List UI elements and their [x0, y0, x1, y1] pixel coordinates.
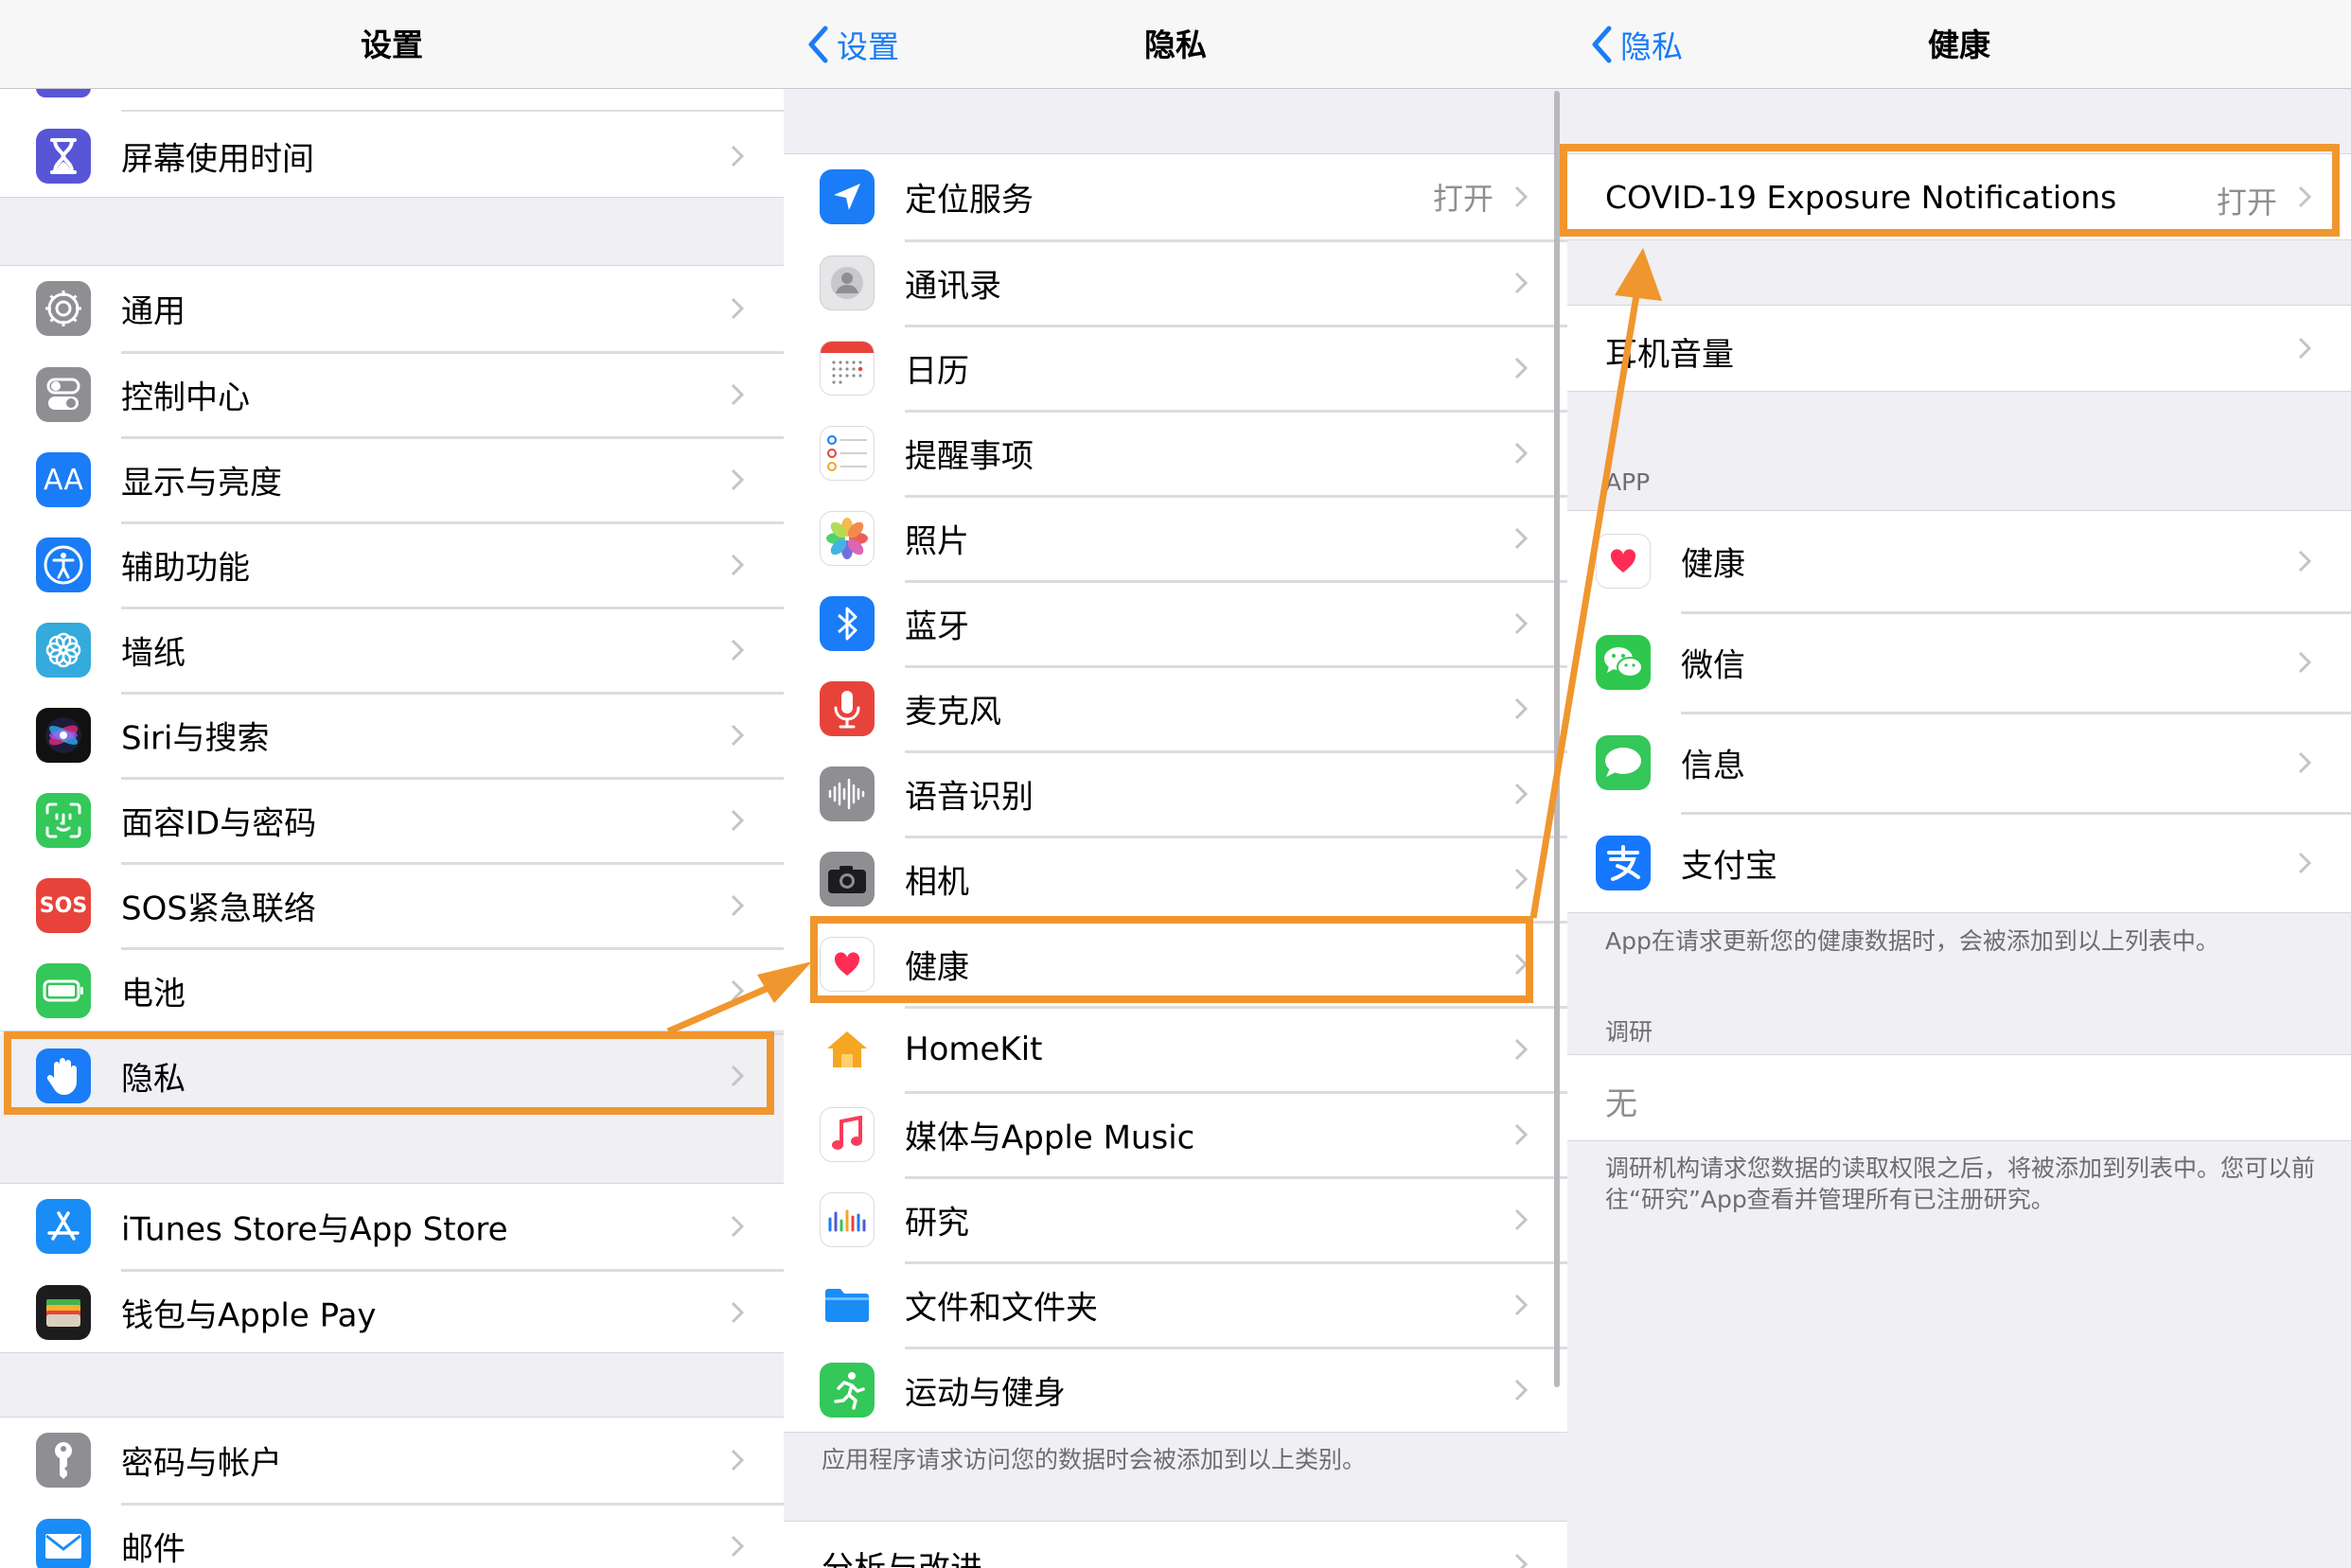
- arrow-privacy-to-health: [666, 961, 812, 1035]
- arrow-health-to-covid: [1529, 248, 1662, 919]
- annotation-arrows: [666, 248, 1662, 1035]
